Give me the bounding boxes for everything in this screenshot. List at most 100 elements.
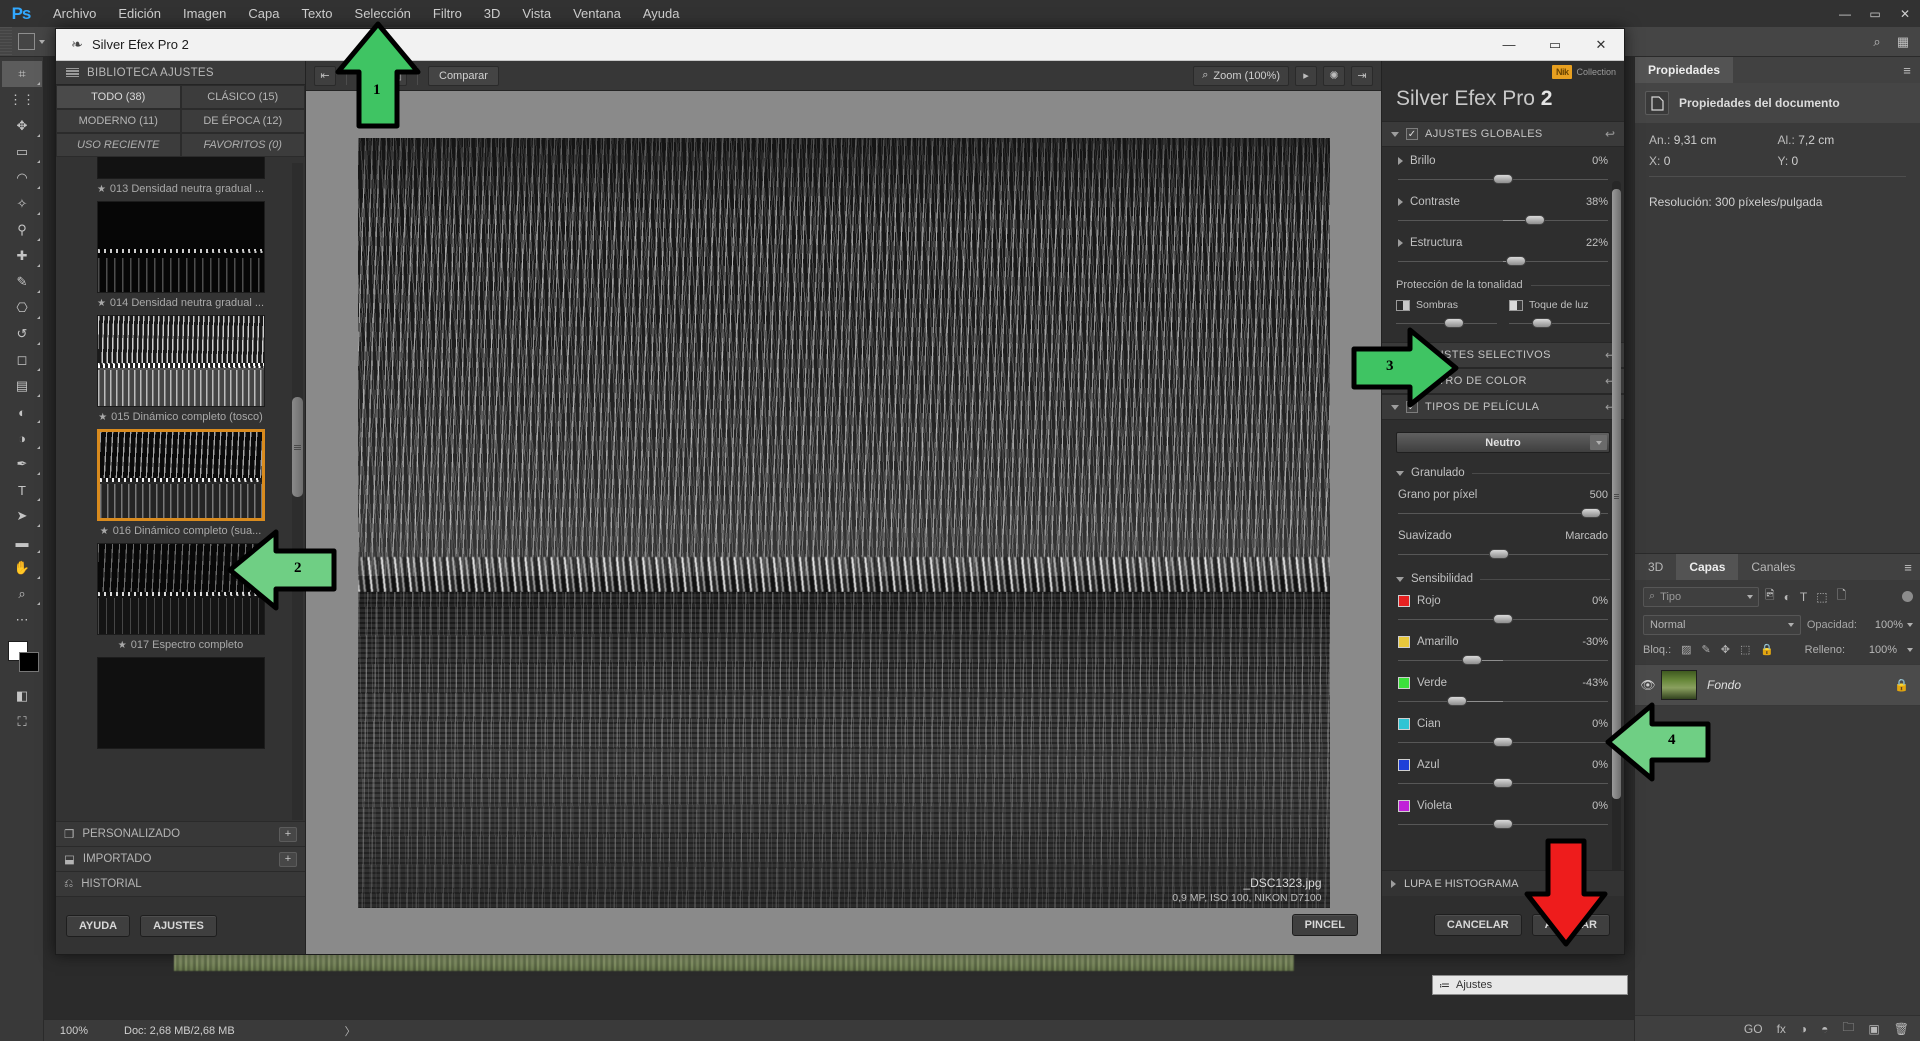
slider-track[interactable]	[1398, 776, 1608, 790]
chevron-down-icon[interactable]	[1590, 435, 1607, 450]
slider-track[interactable]	[1398, 694, 1608, 708]
slider-cian[interactable]: Cian 0%	[1382, 710, 1624, 751]
link-layers-icon[interactable]: GO	[1744, 1022, 1763, 1036]
chevron-down-icon[interactable]	[1396, 576, 1404, 582]
preset-item[interactable]: ★ 013 Densidad neutra gradual ...	[56, 157, 305, 197]
slider-track[interactable]	[1398, 735, 1608, 749]
chevron-down-icon[interactable]	[1907, 647, 1913, 652]
preset-category-de-epoca[interactable]: DE ÉPOCA (12)	[180, 109, 305, 133]
add-imported-preset-button[interactable]: +	[279, 851, 297, 867]
star-icon[interactable]: ★	[98, 412, 107, 423]
star-icon[interactable]: ★	[100, 526, 109, 537]
star-icon[interactable]: ★	[97, 184, 106, 195]
preview-image[interactable]	[357, 137, 1330, 908]
slider-azul[interactable]: Azul 0%	[1382, 751, 1624, 792]
preset-thumbnail[interactable]	[96, 201, 265, 293]
slider-knob[interactable]	[1493, 614, 1513, 624]
preset-item[interactable]	[56, 653, 305, 751]
slider-suavizado[interactable]: Suavizado Marcado	[1382, 522, 1624, 563]
slider-track[interactable]	[1398, 254, 1608, 268]
pixel-filter-icon[interactable]: 🖻	[1765, 586, 1775, 607]
slider-knob[interactable]	[1493, 819, 1513, 829]
close-button[interactable]: ✕	[1890, 0, 1920, 27]
tab-propiedades[interactable]: Propiedades	[1635, 57, 1734, 83]
preset-category-uso-reciente[interactable]: USO RECIENTE	[56, 133, 181, 157]
list-icon[interactable]	[66, 67, 79, 78]
slider-knob[interactable]	[1493, 174, 1513, 184]
chevron-right-icon[interactable]	[1398, 157, 1403, 165]
fullscreen-icon[interactable]: ⇥	[1351, 65, 1373, 86]
slider-track[interactable]	[1398, 817, 1608, 831]
slider-knob[interactable]	[1581, 508, 1602, 518]
slider-knob[interactable]	[1488, 549, 1509, 559]
dialog-title-bar[interactable]: ❧ Silver Efex Pro 2 — ▭ ✕	[56, 29, 1624, 61]
lock-image-icon[interactable]: ✎	[1702, 643, 1711, 656]
search-icon[interactable]: ⌕	[1866, 31, 1888, 53]
menu-imagen[interactable]: Imagen	[172, 0, 237, 27]
tonality-shadows[interactable]: Sombras	[1396, 299, 1497, 330]
layer-filter-type[interactable]: ⌕ Tipo	[1643, 586, 1759, 607]
chevron-right-icon[interactable]	[1398, 198, 1403, 206]
slider-brillo[interactable]: Brillo 0%	[1382, 147, 1624, 188]
tool-zoom[interactable]: ⌕	[2, 581, 42, 607]
layer-style-icon[interactable]: fx	[1777, 1022, 1786, 1036]
slider-grano-por-pixel[interactable]: Grano por píxel 500	[1382, 481, 1624, 522]
adjustment-filter-icon[interactable]: ◐	[1784, 590, 1791, 604]
tool-eraser[interactable]: ◻	[2, 347, 42, 373]
lock-artboard-icon[interactable]: ⬚	[1740, 643, 1750, 656]
tab-capas[interactable]: Capas	[1676, 554, 1739, 580]
slider-knob[interactable]	[1461, 655, 1482, 665]
minimize-button[interactable]: —	[1830, 0, 1860, 27]
slider-knob[interactable]	[1493, 778, 1513, 788]
menu-edicion[interactable]: Edición	[107, 0, 172, 27]
preset-thumbnail-selected[interactable]	[96, 429, 265, 521]
menu-archivo[interactable]: Archivo	[42, 0, 107, 27]
preset-category-todo[interactable]: TODO (38)	[56, 85, 181, 109]
tool-crop[interactable]: ⌗	[2, 61, 42, 87]
tool-type[interactable]: T	[2, 477, 42, 503]
new-group-icon[interactable]: 🗀	[1842, 1018, 1854, 1039]
new-adjustment-icon[interactable]: ◓	[1821, 1022, 1828, 1036]
opacity-value[interactable]: 100%	[1861, 619, 1903, 631]
slider-track[interactable]	[1398, 213, 1608, 227]
slider-knob[interactable]	[1493, 737, 1513, 747]
height-value[interactable]: 7,2 cm	[1798, 133, 1834, 147]
slider-track[interactable]	[1398, 172, 1608, 186]
slider-knob[interactable]	[1505, 256, 1526, 266]
slider-rojo[interactable]: Rojo 0%	[1382, 587, 1624, 628]
tool-blur[interactable]: ◐	[2, 399, 42, 425]
section-importado[interactable]: ⬓ IMPORTADO +	[56, 846, 305, 871]
tool-eyedropper[interactable]: ⚲	[2, 217, 42, 243]
tool-shape[interactable]: ▬	[2, 529, 42, 555]
ajustes-panel-tab[interactable]: ≔ Ajustes	[1432, 975, 1628, 995]
background-color-swatch[interactable]	[19, 652, 39, 672]
status-zoom-level[interactable]: 100%	[44, 1025, 104, 1037]
section-checkbox[interactable]: ✓	[1406, 128, 1418, 140]
type-filter-icon[interactable]: T	[1800, 590, 1807, 604]
x-value[interactable]: 0	[1664, 154, 1671, 168]
tool-lasso[interactable]: ◠	[2, 165, 42, 191]
slider-track[interactable]	[1398, 506, 1608, 520]
preview-image-container[interactable]: _DSC1323.jpg 0,9 MP, ISO 100, NIKON D710…	[357, 137, 1330, 908]
granulado-group-header[interactable]: Granulado	[1382, 457, 1624, 481]
y-value[interactable]: 0	[1792, 154, 1799, 168]
panel-toggle-icon[interactable]: ⇤	[314, 65, 336, 86]
section-personalizado[interactable]: ❐ PERSONALIZADO +	[56, 821, 305, 846]
star-icon[interactable]: ★	[118, 640, 127, 651]
layer-name[interactable]: Fondo	[1707, 678, 1741, 692]
chevron-down-icon[interactable]	[1396, 470, 1404, 476]
filter-toggle-switch[interactable]	[1902, 591, 1913, 602]
preview-stage[interactable]: _DSC1323.jpg 0,9 MP, ISO 100, NIKON D710…	[306, 91, 1381, 954]
slider-track[interactable]	[1509, 316, 1610, 330]
slider-violeta[interactable]: Violeta 0%	[1382, 792, 1624, 833]
lock-position-icon[interactable]: ✥	[1721, 643, 1730, 656]
dialog-close-button[interactable]: ✕	[1578, 29, 1624, 61]
film-type-select[interactable]: Neutro	[1396, 432, 1610, 453]
preset-category-clasico[interactable]: CLÁSICO (15)	[180, 85, 305, 109]
zoom-control[interactable]: ⌕ Zoom (100%)	[1193, 65, 1289, 86]
preset-item-selected[interactable]: ★ 016 Dinámico completo (sua...	[56, 425, 305, 539]
smart-object-filter-icon[interactable]: 🗋	[1837, 586, 1847, 607]
options-bar-grip[interactable]	[0, 26, 12, 57]
tool-pen[interactable]: ✒	[2, 451, 42, 477]
add-custom-preset-button[interactable]: +	[279, 826, 297, 842]
